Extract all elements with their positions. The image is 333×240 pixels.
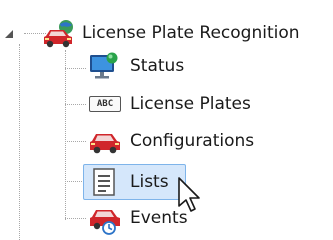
tree-line-status: [65, 68, 86, 69]
monitor-status-icon: [88, 51, 122, 81]
car-globe-icon: [40, 18, 74, 48]
collapse-triangle-icon[interactable]: [2, 26, 16, 40]
tree-line-root-vertical: [19, 44, 20, 240]
car-events-icon: [88, 203, 122, 235]
abc-plate-icon: ABC: [88, 89, 122, 119]
tree-item-label: Status: [130, 56, 185, 76]
tree-item-events[interactable]: Events: [88, 203, 188, 235]
tree-item-configurations[interactable]: Configurations: [88, 126, 254, 156]
tree-item-label: Configurations: [130, 131, 255, 151]
car-icon: [88, 126, 122, 156]
list-document-icon: [88, 167, 122, 197]
tree-item-license-plates[interactable]: ABC License Plates: [88, 89, 251, 119]
mouse-cursor-icon: [176, 176, 204, 216]
tree-item-lists[interactable]: Lists: [88, 167, 169, 197]
tree-item-label: License Plate Recognition: [82, 23, 300, 43]
tree-line-children-vertical: [65, 50, 66, 220]
license-plate-recognition-tree: License Plate Recognition Status ABC Lic…: [0, 0, 333, 240]
tree-line-configurations: [65, 141, 86, 142]
abc-plate-text: ABC: [89, 96, 121, 112]
tree-item-label: License Plates: [130, 94, 251, 114]
tree-item-license-plate-recognition[interactable]: License Plate Recognition: [40, 18, 300, 48]
tree-item-status[interactable]: Status: [88, 51, 184, 81]
tree-line-events: [65, 218, 86, 219]
tree-item-label: Lists: [130, 172, 169, 192]
tree-line-license-plates: [65, 104, 86, 105]
